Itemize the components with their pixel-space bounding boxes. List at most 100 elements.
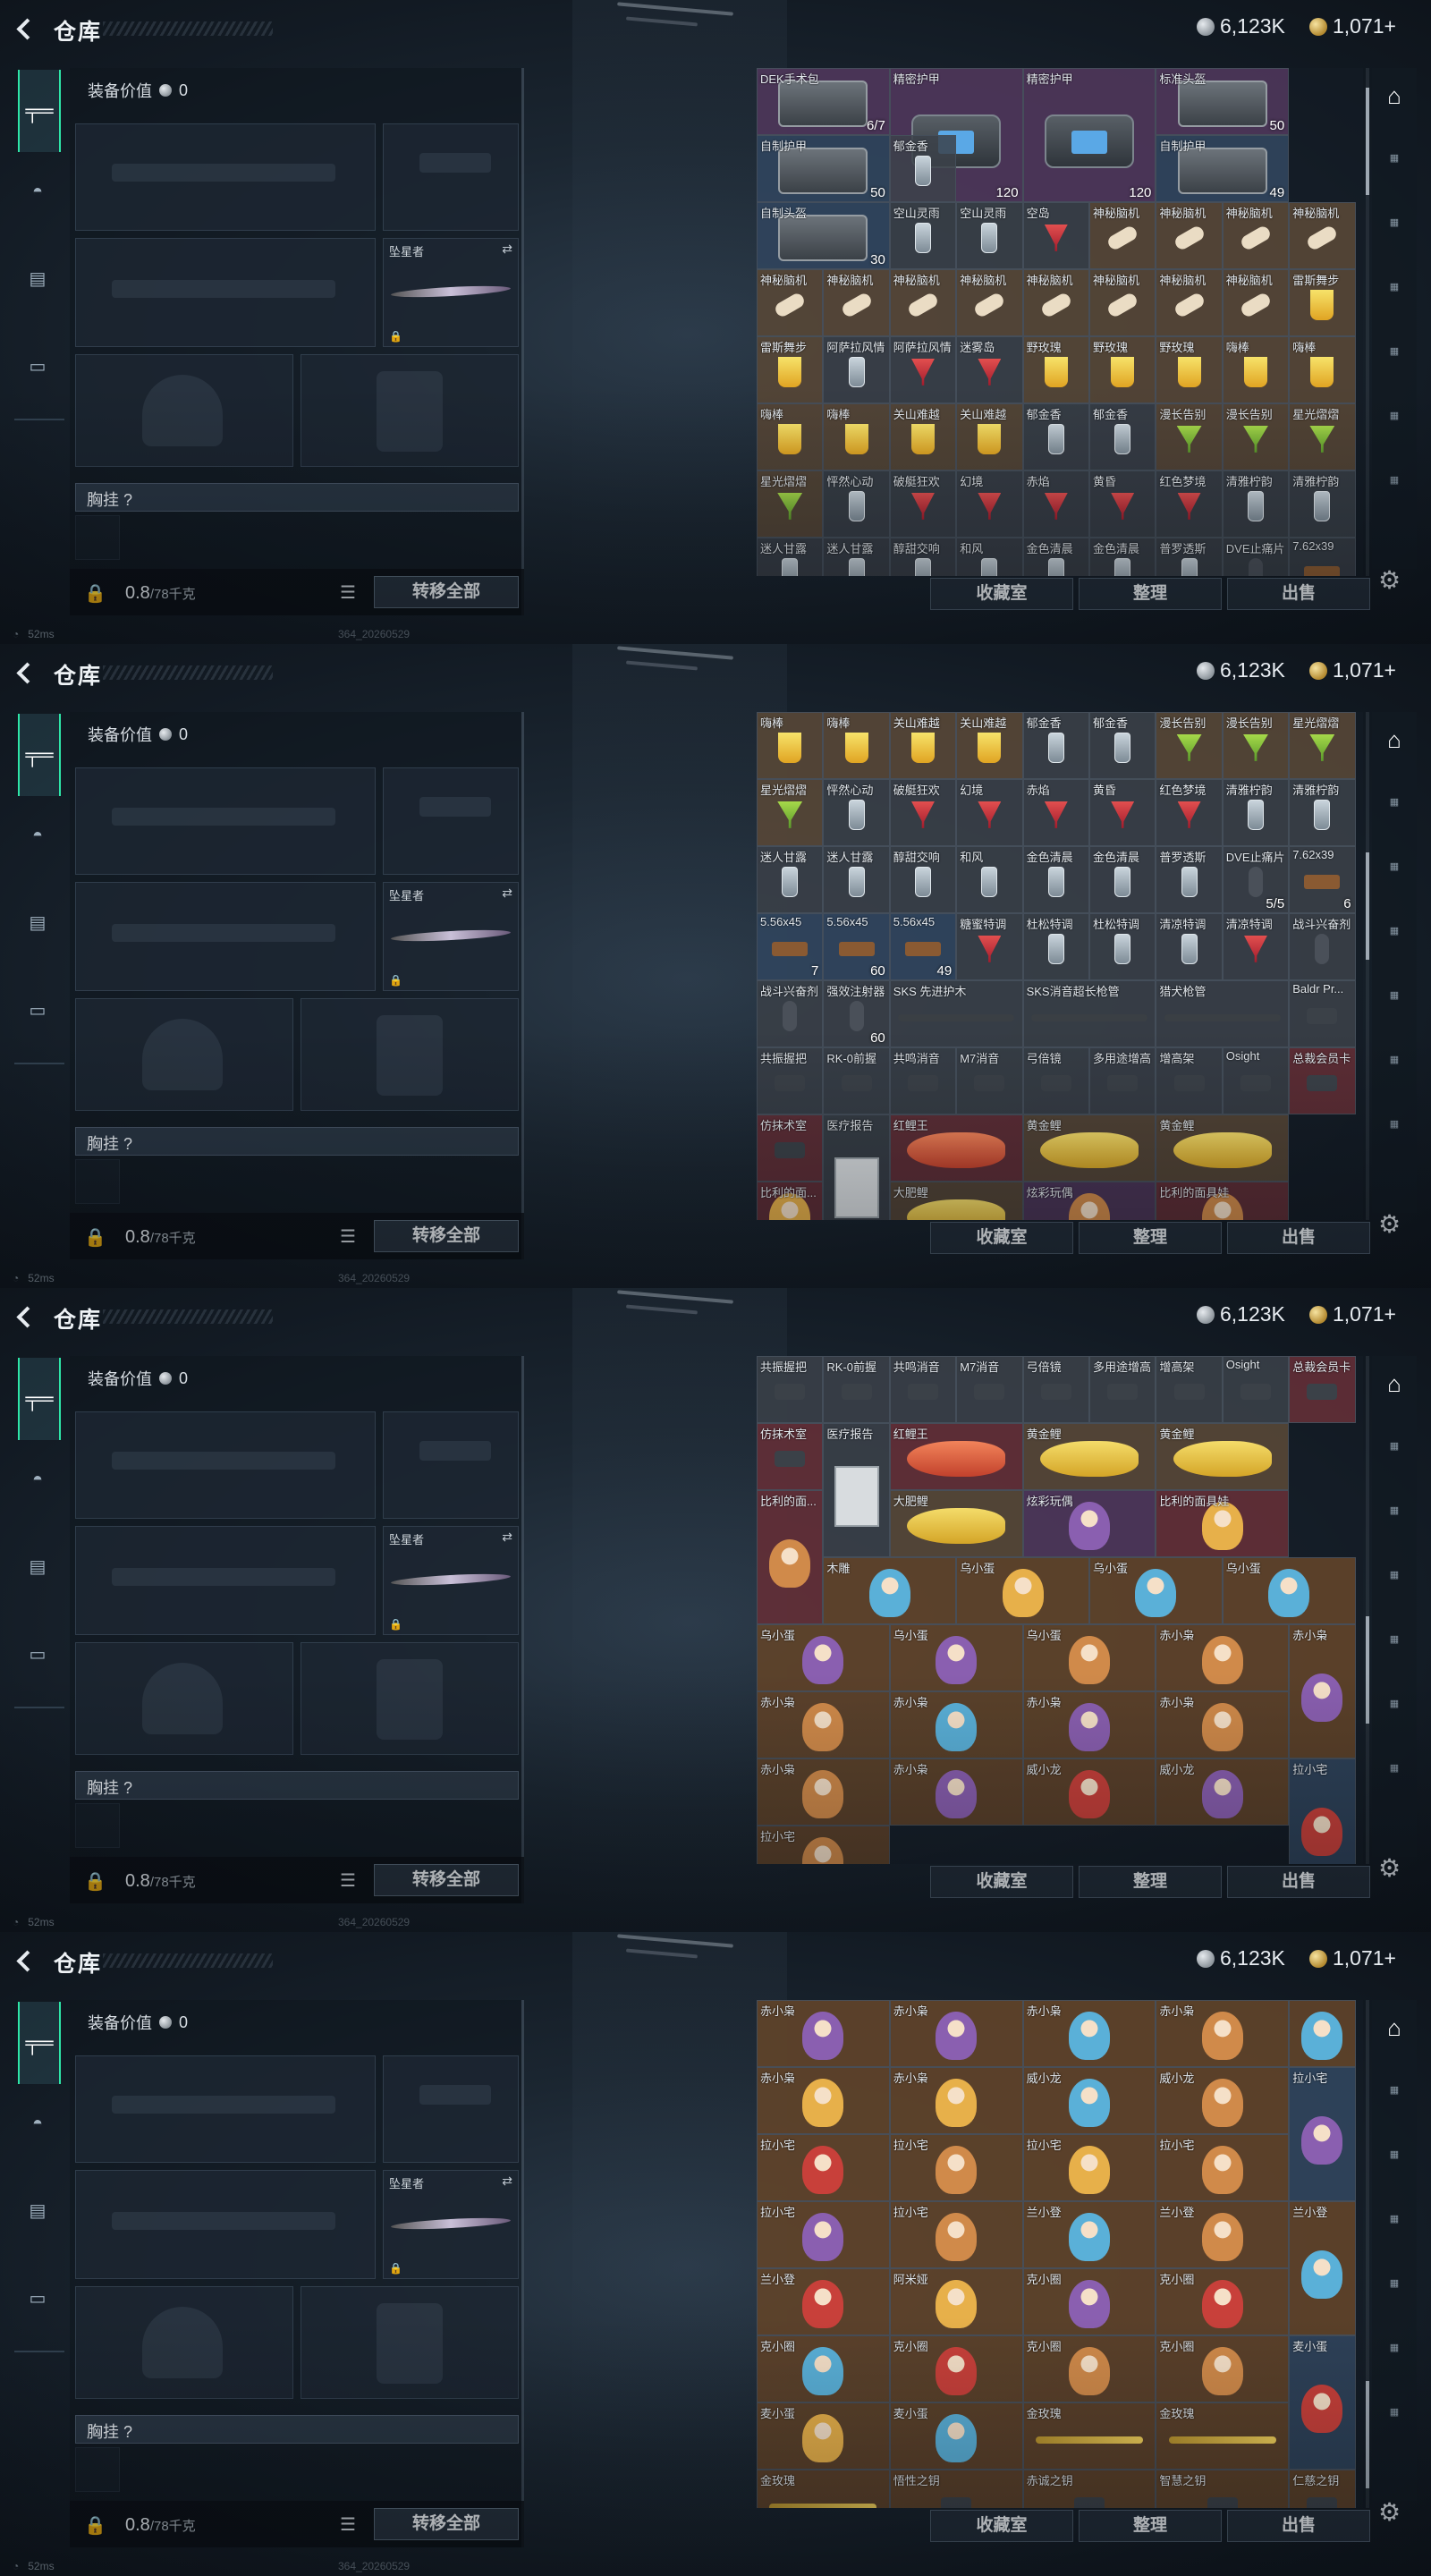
storage-item[interactable]: 乌小蛋: [1223, 1557, 1356, 1624]
storage-item[interactable]: 神秘脑机: [890, 269, 956, 336]
storage-item[interactable]: 拉小宅: [1023, 2134, 1156, 2201]
storage-item[interactable]: 星光熠熠: [1289, 403, 1355, 470]
storage-page-tab[interactable]: ▦: [1379, 208, 1410, 238]
armor-slot[interactable]: [301, 998, 519, 1111]
armor-slot[interactable]: [301, 354, 519, 467]
gear-icon[interactable]: ⚙: [1378, 2497, 1401, 2527]
storage-item[interactable]: 漫长告别: [1223, 712, 1289, 779]
gold-currency[interactable]: 1,071+: [1309, 14, 1396, 38]
storage-item[interactable]: Osight: [1223, 1356, 1289, 1423]
storage-item[interactable]: 关山难越: [956, 712, 1022, 779]
storage-item[interactable]: 拉小宅: [1156, 2134, 1289, 2201]
storage-item[interactable]: 郁金香: [1023, 403, 1089, 470]
storage-item[interactable]: 空岛: [1023, 202, 1089, 269]
storage-item[interactable]: 关山难越: [890, 403, 956, 470]
storage-item[interactable]: 拉小宅: [890, 2134, 1023, 2201]
list-icon[interactable]: ☰: [340, 1225, 356, 1248]
storage-item[interactable]: 总裁会员卡: [1289, 1356, 1355, 1423]
storage-item[interactable]: 拉小宅: [757, 2134, 890, 2201]
transfer-all-button[interactable]: 转移全部: [374, 1864, 519, 1896]
storage-item[interactable]: 赤小枭: [757, 2067, 890, 2134]
storage-item[interactable]: 嗨棒: [1289, 336, 1355, 403]
storage-item[interactable]: 红色梦境: [1156, 779, 1222, 846]
storage-item[interactable]: 野玫瑰: [1023, 336, 1089, 403]
storage-page-tab[interactable]: ▦: [1379, 465, 1410, 496]
storage-grid[interactable]: DEK手术包 6/7 精密护甲 120 精密护甲 120 标准头盔 50 自制护甲 50 郁金香 自制…: [757, 68, 1363, 576]
storage-item[interactable]: 7.62x39: [1289, 538, 1355, 576]
storage-item[interactable]: 普罗透斯: [1156, 846, 1222, 913]
storage-item[interactable]: 郁金香: [1089, 712, 1156, 779]
vest-icon[interactable]: ▤: [20, 2193, 55, 2229]
list-icon[interactable]: ☰: [340, 581, 356, 604]
storage-item[interactable]: Osight: [1223, 1047, 1289, 1114]
storage-item[interactable]: 星光熠熠: [757, 779, 823, 846]
storage-item[interactable]: DVE止痛片 5/5: [1223, 846, 1289, 913]
storage-page-tab[interactable]: ▦: [1379, 1045, 1410, 1075]
storage-item[interactable]: M7消音: [956, 1356, 1022, 1423]
storage-item[interactable]: 赤小枭: [890, 2000, 1023, 2067]
vest-icon[interactable]: ▤: [20, 905, 55, 941]
storage-item[interactable]: 赤小枭: [757, 1691, 890, 1758]
storage-item[interactable]: 乌小蛋: [890, 1624, 1023, 1691]
storage-item[interactable]: 金玫瑰: [1023, 2402, 1156, 2470]
storage-item[interactable]: 星光熠熠: [757, 470, 823, 538]
silver-currency[interactable]: 6,123K: [1197, 658, 1285, 682]
storage-item[interactable]: 弓倍镜: [1023, 1356, 1089, 1423]
storage-item[interactable]: 自制护甲 49: [1156, 135, 1289, 202]
storage-item[interactable]: 迷雾岛: [956, 336, 1022, 403]
storage-page-tab[interactable]: ▦: [1379, 852, 1410, 882]
back-arrow-icon[interactable]: [16, 660, 36, 683]
gun-icon[interactable]: ╤═: [18, 1358, 61, 1440]
storage-item[interactable]: 兰小登: [1289, 2201, 1355, 2335]
storage-grid[interactable]: 赤小枭 赤小枭 赤小枭 赤小枭 赤小枭 赤小枭 威小龙 威小龙 拉小宅 拉小宅 拉小宅 拉小宅 拉小宅拉…: [757, 2000, 1363, 2508]
gun-icon[interactable]: ╤═: [18, 70, 61, 152]
silver-currency[interactable]: 6,123K: [1197, 1302, 1285, 1326]
helmet-icon[interactable]: ◓: [20, 174, 55, 209]
storage-page-tab[interactable]: ▦: [1379, 2397, 1410, 2428]
storage-item[interactable]: RK-0前握: [823, 1047, 889, 1114]
transfer-all-button[interactable]: 转移全部: [374, 576, 519, 608]
storage-item[interactable]: 弓倍镜: [1023, 1047, 1089, 1114]
storage-item[interactable]: 嗨棒: [1223, 336, 1289, 403]
storage-item[interactable]: 金色清晨: [1089, 538, 1156, 576]
collection-button[interactable]: 收藏室: [930, 1866, 1073, 1898]
scrollbar-thumb[interactable]: [1366, 2381, 1369, 2488]
storage-item[interactable]: 神秘脑机: [1089, 202, 1156, 269]
storage-item[interactable]: 野玫瑰: [1156, 336, 1222, 403]
storage-item[interactable]: 悟性之钥: [890, 2470, 1023, 2508]
pistol-slot[interactable]: [383, 2055, 519, 2163]
storage-item[interactable]: Baldr Pr...: [1289, 980, 1355, 1047]
storage-item[interactable]: 仿抹术室: [757, 1114, 823, 1182]
storage-page-tab[interactable]: ▦: [1379, 143, 1410, 174]
melee-slot[interactable]: 坠星者 ⇄ 🔒: [383, 238, 519, 347]
storage-page-tab[interactable]: ▦: [1379, 2140, 1410, 2170]
scrollbar-thumb[interactable]: [1366, 88, 1369, 195]
storage-page-tab[interactable]: ▦: [1379, 1624, 1410, 1655]
storage-item[interactable]: 神秘脑机: [757, 269, 823, 336]
storage-page-tab[interactable]: ▦: [1379, 1496, 1410, 1526]
storage-scrollbar[interactable]: [1366, 1356, 1369, 1864]
storage-item[interactable]: 红色梦境: [1156, 470, 1222, 538]
storage-item[interactable]: 克小圈: [1156, 2335, 1289, 2402]
storage-item[interactable]: 迷人甘露: [823, 846, 889, 913]
storage-item[interactable]: 赤诚之钥: [1023, 2470, 1156, 2508]
briefcase-icon[interactable]: ▭: [20, 349, 55, 385]
storage-item[interactable]: 杜松特调: [1089, 913, 1156, 980]
storage-item[interactable]: 红鲤王: [890, 1423, 1023, 1490]
storage-item[interactable]: 醇甜交响: [890, 538, 956, 576]
helmet-slot[interactable]: [75, 2286, 293, 2399]
storage-item[interactable]: 总裁会员卡: [1289, 1047, 1355, 1114]
storage-item[interactable]: [1289, 2000, 1355, 2067]
primary-weapon-slot[interactable]: [75, 123, 376, 231]
storage-home-icon[interactable]: ⌂: [1379, 724, 1410, 755]
storage-item[interactable]: 嗨棒: [823, 712, 889, 779]
sort-button[interactable]: 整理: [1079, 1222, 1222, 1254]
storage-item[interactable]: 金色清晨: [1089, 846, 1156, 913]
vest-icon[interactable]: ▤: [20, 261, 55, 297]
collection-button[interactable]: 收藏室: [930, 1222, 1073, 1254]
storage-item[interactable]: 克小圈: [1023, 2268, 1156, 2335]
storage-page-tab[interactable]: ▦: [1379, 1560, 1410, 1590]
storage-item[interactable]: 共振握把: [757, 1047, 823, 1114]
storage-item[interactable]: 赤焰: [1023, 779, 1089, 846]
storage-scrollbar[interactable]: [1366, 68, 1369, 576]
